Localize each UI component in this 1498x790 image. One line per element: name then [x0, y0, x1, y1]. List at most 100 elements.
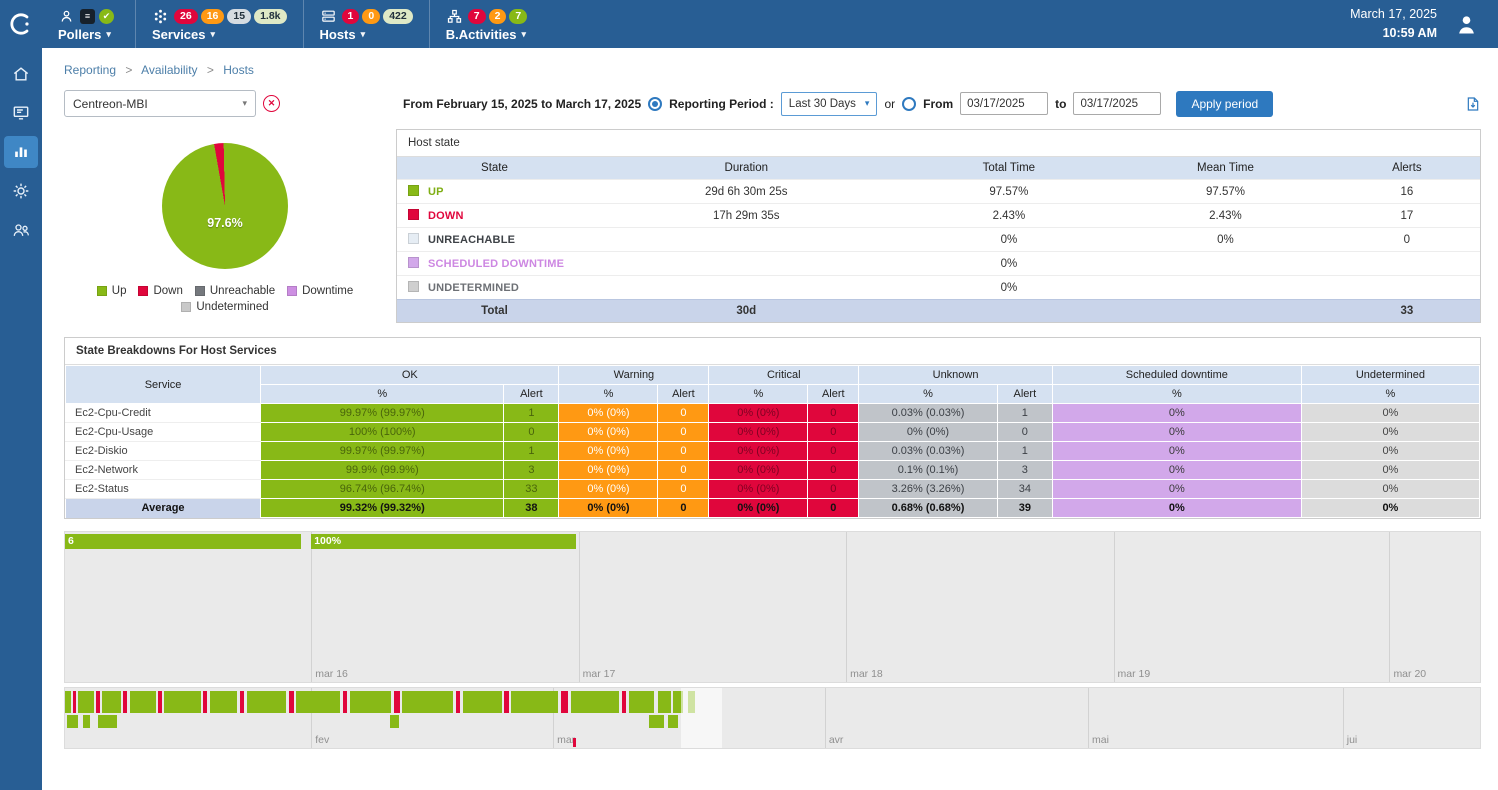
breakdown-panel: State Breakdowns For Host Services Servi…	[64, 337, 1481, 519]
nav-pollers[interactable]: ≡ ✔ Pollers ▾	[42, 0, 135, 48]
nav-segment	[83, 715, 90, 728]
chevron-down-icon: ▾	[865, 98, 870, 109]
nav-status-badge[interactable]: 7	[468, 9, 486, 24]
nav-segment	[247, 691, 287, 713]
warn-pct-cell: 0% (0%)	[559, 442, 658, 461]
timeline-axis-label: mar 16	[315, 668, 348, 680]
crit-pct-cell: 0% (0%)	[709, 499, 808, 518]
ok-pct-cell: 100% (100%)	[261, 423, 504, 442]
crit-alert-cell: 0	[808, 461, 859, 480]
undet-pct-cell: 0%	[1301, 404, 1479, 423]
nav-status-badge[interactable]: 1	[342, 9, 360, 24]
nav-segment	[78, 691, 94, 713]
period-preset-select[interactable]: Last 30 Days ▾	[781, 92, 878, 116]
sidebar-item-administration[interactable]	[4, 214, 38, 246]
warn-alert-cell: 0	[658, 480, 709, 499]
ok-pct-cell: 99.97% (99.97%)	[261, 404, 504, 423]
host-filter-select[interactable]: Centreon-MBI ▾	[64, 90, 256, 117]
user-profile-icon[interactable]	[1453, 11, 1480, 38]
nav-status-badge[interactable]: 422	[383, 9, 413, 24]
unk-pct-cell: 3.26% (3.26%)	[859, 480, 998, 499]
nav-status-badge[interactable]: 15	[227, 9, 251, 24]
legend-label: Downtime	[302, 285, 353, 297]
col-critical: Critical	[709, 366, 859, 385]
undet-pct-cell: 0%	[1301, 480, 1479, 499]
timeline-nav-band[interactable]: fevmaravrmaijui	[64, 687, 1481, 749]
unk-pct-cell: 0% (0%)	[859, 423, 998, 442]
clear-host-filter-icon[interactable]: ✕	[263, 95, 280, 112]
nav-current-marker	[573, 738, 576, 747]
state-cell: SCHEDULED DOWNTIME	[397, 252, 592, 276]
total-total-cell	[901, 300, 1118, 323]
sidebar-item-home[interactable]	[4, 58, 38, 90]
col-ok-alert: Alert	[504, 385, 559, 404]
mean-cell: 97.57%	[1117, 180, 1334, 204]
sidebar-item-monitoring[interactable]	[4, 97, 38, 129]
nav-services[interactable]: 2616151.8k Services ▾	[135, 0, 303, 48]
pie-legend: UpDownUnreachableDowntime Undetermined	[97, 285, 353, 313]
duration-cell: 29d 6h 30m 25s	[592, 180, 901, 204]
nav-status-badge[interactable]: 0	[362, 9, 380, 24]
pie-percent-label: 97.6%	[207, 216, 242, 230]
centreon-logo[interactable]	[0, 0, 42, 48]
nav-segment	[102, 691, 120, 713]
col-total-time: Total Time	[901, 157, 1118, 180]
breadcrumb-hosts[interactable]: Hosts	[223, 63, 254, 77]
filter-bar: Centreon-MBI ▾ ✕ From February 15, 2025 …	[42, 86, 1498, 127]
gear-icon	[11, 181, 31, 201]
crit-pct-cell: 0% (0%)	[709, 442, 808, 461]
nav-status-badge[interactable]: 26	[174, 9, 198, 24]
nav-hosts[interactable]: 10422 Hosts ▾	[303, 0, 429, 48]
business-activities-icon	[446, 8, 463, 25]
main-content: Reporting > Availability > Hosts Centreo…	[42, 48, 1498, 790]
timeline-axis-label: fev	[315, 734, 329, 746]
alerts-cell	[1334, 276, 1480, 300]
nav-bactivities[interactable]: 727 B.Activities ▾	[429, 0, 544, 48]
host-state-title: Host state	[397, 130, 1480, 157]
host-filter-value: Centreon-MBI	[73, 97, 148, 111]
timeline-main-band[interactable]: mar 16mar 17mar 18mar 19mar 206100%	[64, 531, 1481, 683]
state-color-square	[408, 209, 419, 220]
warn-alert-cell: 0	[658, 442, 709, 461]
apply-period-button[interactable]: Apply period	[1176, 91, 1273, 117]
timeline-axis-label: jui	[1347, 734, 1358, 746]
legend-color-square	[287, 286, 297, 296]
to-date-input[interactable]	[1073, 92, 1161, 115]
nav-selection-window[interactable]	[681, 688, 722, 748]
duration-cell	[592, 276, 901, 300]
sidebar-item-reporting[interactable]	[4, 136, 38, 168]
col-mean-time: Mean Time	[1117, 157, 1334, 180]
export-report-icon[interactable]	[1465, 96, 1481, 112]
unk-alert-cell: 3	[997, 461, 1052, 480]
service-cell: Ec2-Cpu-Credit	[66, 404, 261, 423]
warn-alert-cell: 0	[658, 423, 709, 442]
users-icon	[11, 220, 31, 240]
chevron-down-icon: ▾	[106, 29, 111, 40]
breadcrumb-reporting[interactable]: Reporting	[64, 63, 116, 77]
poller-ok-badge[interactable]: ✔	[99, 9, 114, 24]
service-cell: Ec2-Diskio	[66, 442, 261, 461]
total-cell: 0%	[901, 228, 1118, 252]
nav-segment	[350, 691, 391, 713]
nav-status-badge[interactable]: 2	[489, 9, 507, 24]
nav-status-badge[interactable]: 7	[509, 9, 527, 24]
reporting-period-label: Reporting Period :	[669, 97, 774, 111]
mean-cell: 0%	[1117, 228, 1334, 252]
poller-list-badge[interactable]: ≡	[80, 9, 95, 24]
breadcrumb-availability[interactable]: Availability	[141, 63, 197, 77]
host-state-row: UP29d 6h 30m 25s97.57%97.57%16	[397, 180, 1480, 204]
preset-period-radio[interactable]	[648, 97, 662, 111]
legend-item: Undetermined	[181, 301, 268, 313]
nav-status-badge[interactable]: 16	[201, 9, 225, 24]
warn-alert-cell: 0	[658, 461, 709, 480]
warn-pct-cell: 0% (0%)	[559, 480, 658, 499]
sidebar-item-configuration[interactable]	[4, 175, 38, 207]
unk-pct-cell: 0.03% (0.03%)	[859, 404, 998, 423]
state-cell: DOWN	[397, 204, 592, 228]
custom-period-radio[interactable]	[902, 97, 916, 111]
from-date-input[interactable]	[960, 92, 1048, 115]
nav-status-badge[interactable]: 1.8k	[254, 9, 286, 24]
mean-cell	[1117, 276, 1334, 300]
timeline-gridline	[1088, 688, 1089, 748]
ok-pct-cell: 99.97% (99.97%)	[261, 442, 504, 461]
